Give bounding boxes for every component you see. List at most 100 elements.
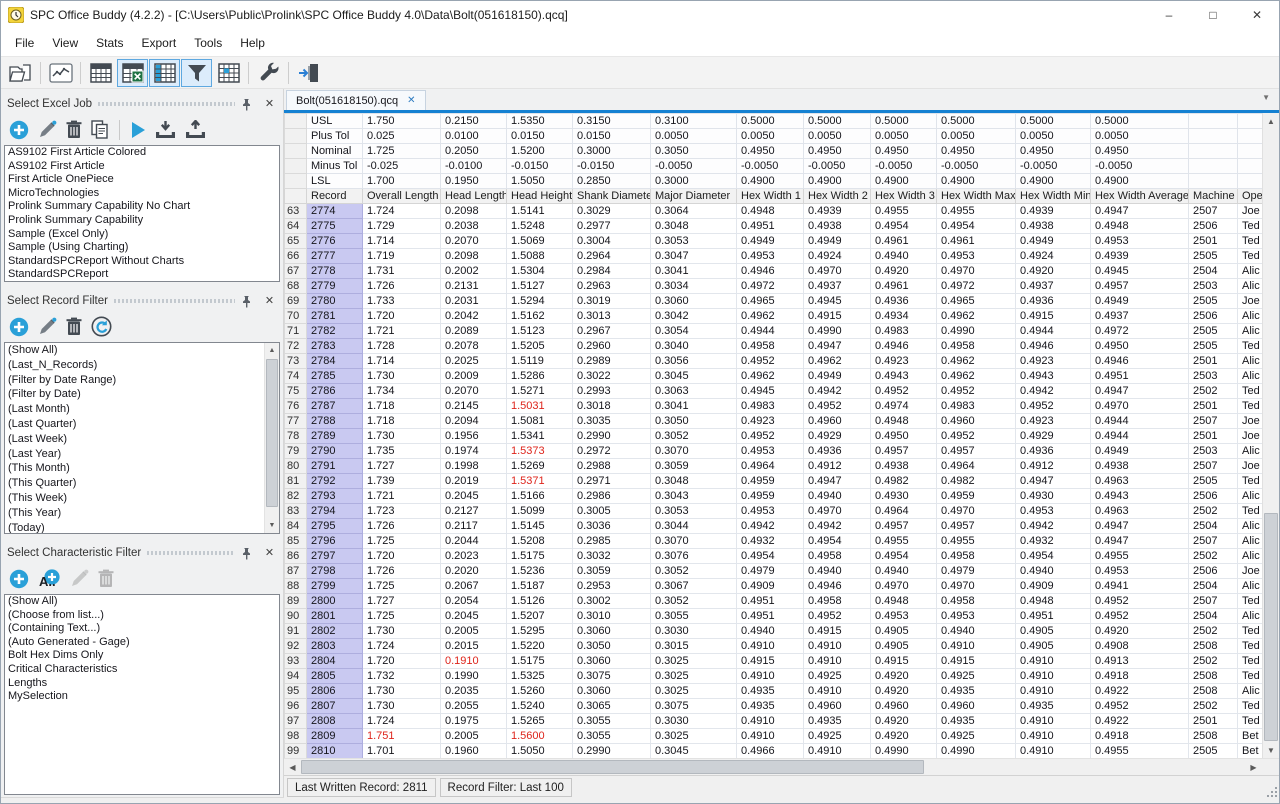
table-cell[interactable]: 0.4974 xyxy=(871,399,937,414)
table-cell[interactable]: 0.4912 xyxy=(1016,459,1091,474)
table-cell[interactable]: 0.4935 xyxy=(1016,699,1091,714)
table-cell[interactable]: 0.4990 xyxy=(804,324,871,339)
table-cell[interactable]: 1.727 xyxy=(363,594,441,609)
row-number[interactable]: 93 xyxy=(285,654,307,669)
table-cell[interactable]: 0.4943 xyxy=(871,369,937,384)
table-cell[interactable]: 0.3015 xyxy=(651,639,737,654)
table-cell[interactable]: 0.4952 xyxy=(1091,699,1189,714)
table-cell[interactable]: 1.718 xyxy=(363,414,441,429)
table-cell[interactable]: 0.3052 xyxy=(651,429,737,444)
characteristic-filter-item[interactable]: Lengths xyxy=(5,677,279,691)
table-cell[interactable]: 0.3010 xyxy=(573,609,651,624)
table-cell[interactable]: 1.5286 xyxy=(507,369,573,384)
spec-value-cell[interactable]: 0.4900 xyxy=(871,174,937,189)
panel-header[interactable]: Select Record Filter ✕ xyxy=(4,291,280,311)
table-cell[interactable]: 0.3025 xyxy=(651,729,737,744)
table-cell[interactable]: 0.4951 xyxy=(1016,609,1091,624)
table-cell[interactable]: 0.4920 xyxy=(871,684,937,699)
list-scrollbar[interactable]: ▲ ▼ xyxy=(264,343,279,533)
table-cell[interactable]: 0.4983 xyxy=(871,324,937,339)
table-cell[interactable]: 0.4972 xyxy=(937,279,1016,294)
table-cell[interactable]: 0.4965 xyxy=(737,294,804,309)
table-cell[interactable]: 0.4979 xyxy=(737,564,804,579)
table-cell[interactable]: 0.2078 xyxy=(441,339,507,354)
table-cell[interactable]: 0.3050 xyxy=(651,414,737,429)
table-cell[interactable]: 0.4958 xyxy=(937,549,1016,564)
spec-value-cell[interactable]: 0.0050 xyxy=(937,129,1016,144)
table-cell[interactable]: 0.2054 xyxy=(441,594,507,609)
spec-value-cell[interactable]: 0.0050 xyxy=(804,129,871,144)
table-cell[interactable]: 0.4936 xyxy=(1016,444,1091,459)
table-cell[interactable]: 0.4936 xyxy=(1016,294,1091,309)
table-cell[interactable]: 0.4960 xyxy=(804,414,871,429)
table-cell[interactable]: 0.4990 xyxy=(937,744,1016,759)
table-cell[interactable]: 0.4948 xyxy=(737,204,804,219)
settings-wrench-icon[interactable] xyxy=(253,59,284,87)
table-cell[interactable]: 0.4905 xyxy=(1016,624,1091,639)
spec-value-cell[interactable]: 0.4950 xyxy=(1016,144,1091,159)
close-icon[interactable]: ✕ xyxy=(262,546,277,560)
copy-job-button[interactable] xyxy=(91,120,109,139)
record-cell[interactable]: 2807 xyxy=(307,699,363,714)
spec-value-cell[interactable]: 0.5000 xyxy=(804,114,871,129)
record-cell[interactable]: 2787 xyxy=(307,399,363,414)
table-cell[interactable]: 0.3075 xyxy=(651,699,737,714)
table-cell[interactable]: 0.4910 xyxy=(804,744,871,759)
table-cell[interactable]: 0.4949 xyxy=(1016,234,1091,249)
table-cell[interactable]: 0.4949 xyxy=(737,234,804,249)
table-cell[interactable]: 0.2964 xyxy=(573,249,651,264)
table-cell[interactable]: 0.4959 xyxy=(937,489,1016,504)
table-cell[interactable]: 0.4970 xyxy=(937,264,1016,279)
record-cell[interactable]: 2785 xyxy=(307,369,363,384)
spec-value-cell[interactable]: 0.4900 xyxy=(804,174,871,189)
table-cell[interactable]: 0.4937 xyxy=(804,279,871,294)
table-cell[interactable]: 0.3048 xyxy=(651,474,737,489)
table-cell[interactable]: 2503 xyxy=(1189,369,1238,384)
spec-value-cell[interactable]: 0.4950 xyxy=(871,144,937,159)
row-number[interactable]: 81 xyxy=(285,474,307,489)
table-cell[interactable]: 0.2098 xyxy=(441,249,507,264)
table-cell[interactable]: 0.2044 xyxy=(441,534,507,549)
datasheet-icon[interactable] xyxy=(149,59,180,87)
table-cell[interactable]: 0.4915 xyxy=(937,654,1016,669)
report-grid-icon[interactable] xyxy=(85,59,116,87)
table-cell[interactable]: 2505 xyxy=(1189,294,1238,309)
table-cell[interactable]: 0.4910 xyxy=(737,729,804,744)
tab-list-dropdown-icon[interactable]: ▼ xyxy=(1262,93,1270,102)
table-cell[interactable]: 0.4963 xyxy=(1091,504,1189,519)
table-cell[interactable]: 0.1990 xyxy=(441,669,507,684)
spec-value-cell[interactable]: 0.3100 xyxy=(651,114,737,129)
record-filter-item[interactable]: (Last Quarter) xyxy=(5,417,264,432)
column-header[interactable]: Hex Width Min xyxy=(1016,189,1091,204)
row-number[interactable]: 67 xyxy=(285,264,307,279)
table-cell[interactable]: 0.2145 xyxy=(441,399,507,414)
scroll-right-icon[interactable]: ▶ xyxy=(1245,759,1262,775)
table-cell[interactable]: 2505 xyxy=(1189,249,1238,264)
table-cell[interactable]: 0.3070 xyxy=(651,444,737,459)
table-cell[interactable]: 1.5207 xyxy=(507,609,573,624)
table-cell[interactable]: 0.4960 xyxy=(937,414,1016,429)
table-cell[interactable]: 0.4929 xyxy=(804,429,871,444)
table-cell[interactable]: 0.4945 xyxy=(1091,264,1189,279)
table-cell[interactable]: 0.4982 xyxy=(871,474,937,489)
table-cell[interactable]: 1.720 xyxy=(363,654,441,669)
spec-value-cell[interactable]: 0.4950 xyxy=(737,144,804,159)
table-cell[interactable]: 0.4949 xyxy=(1091,294,1189,309)
record-cell[interactable]: 2774 xyxy=(307,204,363,219)
table-cell[interactable]: 0.4915 xyxy=(737,654,804,669)
spec-value-cell[interactable]: -0.0050 xyxy=(871,159,937,174)
table-cell[interactable]: 2501 xyxy=(1189,399,1238,414)
table-cell[interactable]: 0.4952 xyxy=(804,609,871,624)
scroll-up-icon[interactable]: ▲ xyxy=(1263,113,1279,129)
close-button[interactable]: ✕ xyxy=(1235,2,1279,29)
table-cell[interactable]: 0.4959 xyxy=(737,474,804,489)
table-cell[interactable]: 2506 xyxy=(1189,489,1238,504)
table-cell[interactable]: 0.4947 xyxy=(1016,474,1091,489)
table-cell[interactable]: 0.4940 xyxy=(871,249,937,264)
table-cell[interactable]: 0.4913 xyxy=(1091,654,1189,669)
table-cell[interactable]: 1.739 xyxy=(363,474,441,489)
record-filter-item[interactable]: (This Year) xyxy=(5,506,264,521)
table-cell[interactable]: 0.4923 xyxy=(1016,354,1091,369)
table-cell[interactable]: 2502 xyxy=(1189,699,1238,714)
record-filter-item[interactable]: (Last Month) xyxy=(5,402,264,417)
